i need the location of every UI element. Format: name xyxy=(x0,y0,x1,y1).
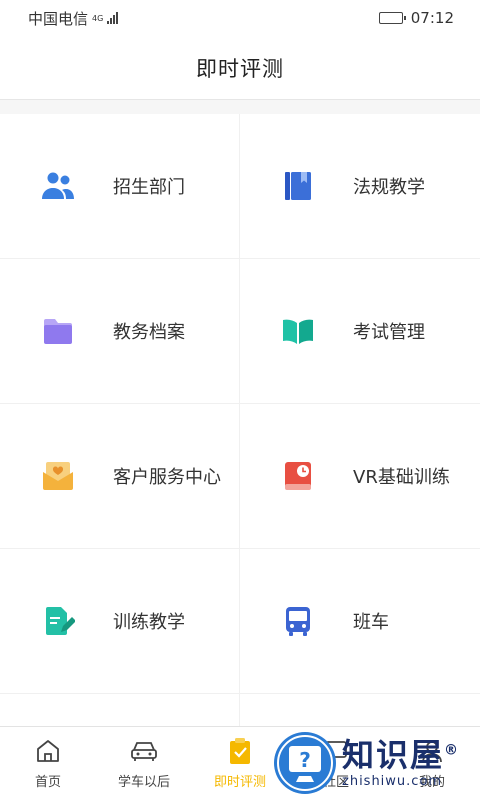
car-icon xyxy=(130,737,158,765)
menu-item-academic-records[interactable]: 教务档案 xyxy=(0,259,240,404)
menu-item-enrollment[interactable]: 招生部门 xyxy=(0,114,240,259)
status-left: 中国电信 4G xyxy=(28,8,119,29)
menu-label: 招生部门 xyxy=(113,177,185,198)
mail-heart-icon xyxy=(41,459,75,493)
menu-label: VR基础训练 xyxy=(353,467,450,488)
battery-icon xyxy=(378,12,406,24)
menu-item-training-teaching[interactable]: 训练教学 xyxy=(0,549,240,694)
people-icon xyxy=(41,169,75,203)
page-title: 即时评测 xyxy=(196,56,284,81)
tab-label: 即时评测 xyxy=(213,775,266,790)
watermark: ? 知识屋® zhishiwu.com xyxy=(272,730,472,796)
folder-icon xyxy=(41,314,75,348)
menu-item-shuttle-bus[interactable]: 班车 xyxy=(240,549,480,694)
tab-label: 学车以后 xyxy=(117,775,170,790)
menu-item-empty xyxy=(240,694,480,726)
watermark-text: 知识屋® zhishiwu.com xyxy=(342,739,460,788)
menu-label: 教务档案 xyxy=(113,322,185,343)
clock: 07:12 xyxy=(410,9,454,27)
svg-text:?: ? xyxy=(299,748,311,772)
registered-mark: ® xyxy=(444,741,461,758)
menu-item-regulation-teaching[interactable]: 法规教学 xyxy=(240,114,480,259)
menu-label: 法规教学 xyxy=(353,177,425,198)
menu-label: 班车 xyxy=(353,612,389,633)
menu-label: 客户服务中心 xyxy=(113,467,221,488)
signal-icon xyxy=(107,12,119,24)
watermark-name: 知识屋® xyxy=(342,735,461,774)
menu-label: 训练教学 xyxy=(113,612,185,633)
watermark-domain: zhishiwu.com xyxy=(342,773,443,789)
carrier-name: 中国电信 xyxy=(28,9,89,28)
tab-label: 首页 xyxy=(34,775,61,790)
home-icon xyxy=(34,737,62,765)
menu-item-vr-training[interactable]: VR基础训练 xyxy=(240,404,480,549)
menu-grid: 招生部门 法规教学 教务档案 考试管理 客户服务中心 VR基础训练 训练教学 班… xyxy=(0,114,480,726)
menu-item-empty xyxy=(0,694,240,726)
status-right: 07:12 xyxy=(378,9,454,27)
network-type: 4G xyxy=(92,13,104,23)
tab-home[interactable]: 首页 xyxy=(0,727,96,800)
document-edit-icon xyxy=(41,604,75,638)
page-header: 即时评测 xyxy=(0,36,480,100)
book-icon xyxy=(281,169,315,203)
clipboard-check-icon xyxy=(226,737,254,765)
tab-after-learning[interactable]: 学车以后 xyxy=(96,727,192,800)
open-book-icon xyxy=(281,314,315,348)
bus-icon xyxy=(281,604,315,638)
watermark-logo-icon: ? xyxy=(274,732,336,794)
menu-label: 考试管理 xyxy=(353,322,425,343)
menu-item-exam-management[interactable]: 考试管理 xyxy=(240,259,480,404)
menu-item-customer-service[interactable]: 客户服务中心 xyxy=(0,404,240,549)
book-clock-icon xyxy=(281,459,315,493)
status-bar: 中国电信 4G 07:12 xyxy=(0,0,480,36)
